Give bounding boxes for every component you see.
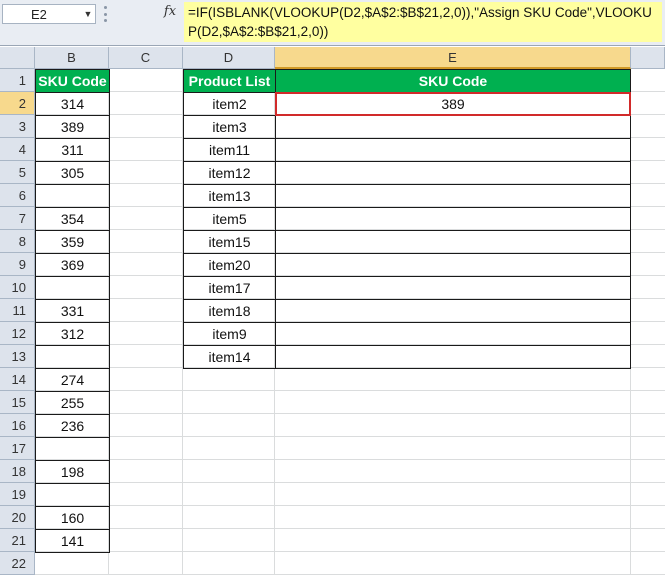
sku-cell[interactable]: 141: [35, 529, 110, 553]
product-cell[interactable]: item9: [183, 322, 276, 346]
sku-cell[interactable]: 311: [35, 138, 110, 162]
gridline-horizontal: [35, 551, 665, 552]
row-header-10[interactable]: 10: [0, 276, 35, 299]
row-header-8[interactable]: 8: [0, 230, 35, 253]
sku-result-cell[interactable]: [275, 299, 631, 323]
row-header-6[interactable]: 6: [0, 184, 35, 207]
sku-result-cell[interactable]: [275, 138, 631, 162]
sku-result-cell[interactable]: [275, 161, 631, 185]
sku-cell[interactable]: 369: [35, 253, 110, 277]
row-header-9[interactable]: 9: [0, 253, 35, 276]
gridline-horizontal: [35, 505, 665, 506]
row-header-11[interactable]: 11: [0, 299, 35, 322]
sku-cell[interactable]: 331: [35, 299, 110, 323]
sku-cell[interactable]: 255: [35, 391, 110, 415]
column-header-c[interactable]: C: [109, 47, 183, 69]
sku-code-header[interactable]: SKU Code: [35, 69, 110, 93]
product-cell[interactable]: item11: [183, 138, 276, 162]
row-header-17[interactable]: 17: [0, 437, 35, 460]
sku-cell[interactable]: [35, 276, 110, 300]
insert-function-button[interactable]: fx: [158, 4, 182, 22]
row-header-15[interactable]: 15: [0, 391, 35, 414]
sku-cell[interactable]: [35, 345, 110, 369]
sku-result-cell[interactable]: [275, 322, 631, 346]
sku-result-cell[interactable]: [275, 253, 631, 277]
name-box[interactable]: E2 ▼: [2, 4, 96, 24]
row-header-14[interactable]: 14: [0, 368, 35, 391]
sku-cell[interactable]: 312: [35, 322, 110, 346]
product-cell[interactable]: item15: [183, 230, 276, 254]
row-header-19[interactable]: 19: [0, 483, 35, 506]
row-header-22[interactable]: 22: [0, 552, 35, 575]
product-list-header[interactable]: Product List: [183, 69, 276, 93]
sku-cell[interactable]: 389: [35, 115, 110, 139]
row-header-5[interactable]: 5: [0, 161, 35, 184]
sku-cell[interactable]: 359: [35, 230, 110, 254]
sku-code-result-header[interactable]: SKU Code: [275, 69, 631, 93]
row-header-13[interactable]: 13: [0, 345, 35, 368]
gridline-horizontal: [35, 413, 665, 414]
sku-cell[interactable]: [35, 483, 110, 507]
product-cell[interactable]: item2: [183, 92, 276, 116]
sku-cell[interactable]: [35, 437, 110, 461]
column-header-e[interactable]: E: [275, 47, 631, 69]
column-header-f[interactable]: [631, 47, 665, 69]
name-box-value: E2: [31, 6, 47, 22]
chevron-down-icon[interactable]: ▼: [81, 9, 95, 19]
product-cell[interactable]: item18: [183, 299, 276, 323]
sku-result-cell[interactable]: [275, 207, 631, 231]
active-cell-border: [275, 92, 631, 116]
splitter-grip-icon[interactable]: [104, 6, 108, 22]
product-cell[interactable]: item17: [183, 276, 276, 300]
sku-cell[interactable]: 314: [35, 92, 110, 116]
row-header-12[interactable]: 12: [0, 322, 35, 345]
row-header-18[interactable]: 18: [0, 460, 35, 483]
sku-cell[interactable]: 354: [35, 207, 110, 231]
column-header-d[interactable]: D: [183, 47, 275, 69]
row-header-21[interactable]: 21: [0, 529, 35, 552]
sku-cell[interactable]: 198: [35, 460, 110, 484]
gridline-horizontal: [35, 390, 665, 391]
product-cell[interactable]: item5: [183, 207, 276, 231]
sku-cell[interactable]: 305: [35, 161, 110, 185]
row-header-20[interactable]: 20: [0, 506, 35, 529]
row-header-3[interactable]: 3: [0, 115, 35, 138]
row-header-16[interactable]: 16: [0, 414, 35, 437]
formula-input[interactable]: =IF(ISBLANK(VLOOKUP(D2,$A$2:$B$21,2,0)),…: [184, 2, 662, 42]
sku-cell[interactable]: 274: [35, 368, 110, 392]
product-cell[interactable]: item3: [183, 115, 276, 139]
row-header-4[interactable]: 4: [0, 138, 35, 161]
sku-cell[interactable]: 160: [35, 506, 110, 530]
gridline-horizontal: [35, 482, 665, 483]
sku-result-cell[interactable]: [275, 184, 631, 208]
sku-cell[interactable]: 236: [35, 414, 110, 438]
row-header-2[interactable]: 2: [0, 92, 35, 115]
gridline-horizontal: [35, 436, 665, 437]
product-cell[interactable]: item12: [183, 161, 276, 185]
gridline-horizontal: [35, 459, 665, 460]
sku-result-cell[interactable]: [275, 230, 631, 254]
formula-bar: E2 ▼ fx =IF(ISBLANK(VLOOKUP(D2,$A$2:$B$2…: [0, 0, 665, 46]
row-header-1[interactable]: 1: [0, 69, 35, 92]
sku-result-cell[interactable]: [275, 115, 631, 139]
sku-result-cell[interactable]: [275, 345, 631, 369]
product-cell[interactable]: item13: [183, 184, 276, 208]
column-header-b[interactable]: B: [35, 47, 109, 69]
sku-cell[interactable]: [35, 184, 110, 208]
select-all-corner[interactable]: [0, 47, 35, 69]
sku-result-cell[interactable]: [275, 276, 631, 300]
product-cell[interactable]: item14: [183, 345, 276, 369]
product-cell[interactable]: item20: [183, 253, 276, 277]
row-header-7[interactable]: 7: [0, 207, 35, 230]
gridline-horizontal: [35, 528, 665, 529]
